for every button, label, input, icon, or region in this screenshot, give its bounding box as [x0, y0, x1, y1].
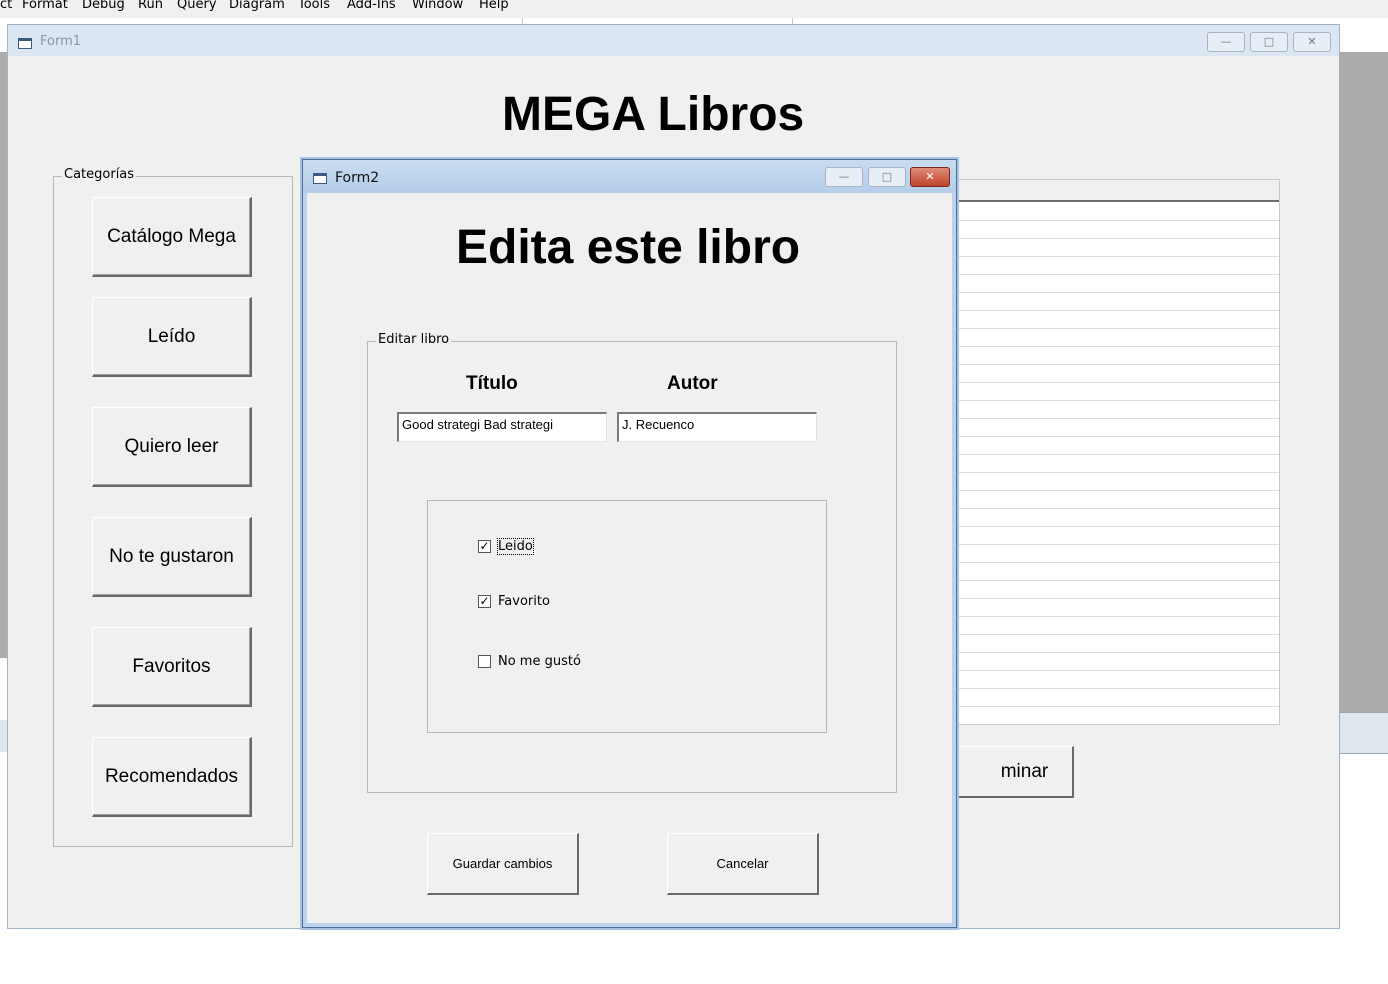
menu-window[interactable]: Window [412, 0, 463, 12]
form1-title: Form1 [40, 34, 82, 49]
grid-header [957, 180, 1279, 202]
menu-format[interactable]: Format [22, 0, 68, 12]
favoritos-button[interactable]: Favoritos [92, 627, 252, 707]
quiero-leer-button[interactable]: Quiero leer [92, 407, 252, 487]
form2-title: Form2 [335, 170, 380, 186]
grid-row-line [957, 670, 1279, 671]
menu-query[interactable]: Query [177, 0, 217, 12]
leido-button[interactable]: Leído [92, 297, 252, 377]
grid-row-line [957, 256, 1279, 257]
eliminar-button-label: minar [1000, 760, 1049, 782]
books-grid[interactable] [956, 179, 1280, 725]
menu-add-ins[interactable]: Add-Ins [347, 0, 396, 12]
menu-project[interactable]: ct [0, 0, 12, 12]
grid-row-line [957, 562, 1279, 563]
no-me-gusto-checkbox[interactable]: No me gustó [478, 654, 581, 669]
grid-row-line [957, 544, 1279, 545]
leido-checkbox-label: Leido [497, 538, 534, 555]
titulo-label: Título [466, 373, 518, 394]
menu-help[interactable]: Help [479, 0, 509, 12]
grid-row-line [957, 418, 1279, 419]
grid-row-line [957, 400, 1279, 401]
ide-background-pane [1338, 52, 1388, 712]
grid-row-line [957, 616, 1279, 617]
maximize-button[interactable]: □ [1250, 32, 1288, 52]
save-changes-button[interactable]: Guardar cambios [427, 833, 579, 895]
menu-run[interactable]: Run [138, 0, 163, 12]
grid-row-line [957, 634, 1279, 635]
grid-row-line [957, 238, 1279, 239]
menu-debug[interactable]: Debug [82, 0, 125, 12]
grid-row-line [957, 364, 1279, 365]
edit-book-group-label: Editar libro [376, 332, 452, 347]
grid-row-line [957, 274, 1279, 275]
close-button[interactable]: ✕ [910, 167, 950, 187]
grid-row-line [957, 382, 1279, 383]
grid-row-line [957, 598, 1279, 599]
catalogo-mega-button[interactable]: Catálogo Mega [92, 197, 252, 277]
no-te-gustaron-button[interactable]: No te gustaron [92, 517, 252, 597]
grid-row-line [957, 328, 1279, 329]
grid-row-line [957, 346, 1279, 347]
grid-row-line [957, 652, 1279, 653]
maximize-icon: □ [1263, 35, 1275, 48]
form1-title-bar[interactable]: Form1 — □ ✕ [8, 25, 1339, 56]
grid-row-line [957, 310, 1279, 311]
form2-window: Form2 — □ ✕ Edita este libro Editar libr… [302, 159, 957, 928]
autor-label: Autor [667, 373, 718, 394]
status-frame [427, 500, 827, 733]
categories-group-label: Categorías [62, 167, 137, 182]
grid-row-line [957, 490, 1279, 491]
grid-row-line [957, 508, 1279, 509]
checkbox-box[interactable]: ✓ [478, 595, 491, 608]
window-frame [952, 193, 956, 927]
window-icon [18, 38, 32, 49]
grid-row-line [957, 454, 1279, 455]
grid-row-line [957, 580, 1279, 581]
close-icon: ✕ [1307, 35, 1317, 48]
grid-row-line [957, 292, 1279, 293]
checkbox-box[interactable] [478, 655, 491, 668]
no-me-gusto-checkbox-label: No me gustó [498, 654, 581, 669]
menu-diagram[interactable]: Diagram [229, 0, 285, 12]
ide-menu-bar: ct Format Debug Run Query Diagram Tools … [0, 0, 1388, 18]
minimize-icon: — [1220, 35, 1232, 48]
leido-checkbox[interactable]: ✓ Leido [478, 538, 534, 555]
autor-input[interactable]: J. Recuenco [617, 412, 817, 442]
window-icon [313, 173, 327, 184]
maximize-button[interactable]: □ [868, 167, 906, 187]
close-icon: ✕ [925, 170, 935, 183]
ide-status-strip [1338, 712, 1388, 754]
cancel-button[interactable]: Cancelar [667, 833, 819, 895]
recomendados-button[interactable]: Recomendados [92, 737, 252, 817]
grid-row-line [957, 526, 1279, 527]
minimize-button[interactable]: — [825, 167, 863, 187]
favorito-checkbox-label: Favorito [498, 594, 550, 609]
menu-tools[interactable]: Tools [298, 0, 330, 12]
minimize-icon: — [838, 170, 850, 183]
minimize-button[interactable]: — [1207, 32, 1245, 52]
close-button[interactable]: ✕ [1293, 32, 1331, 52]
grid-row-line [957, 436, 1279, 437]
grid-row-line [957, 220, 1279, 221]
grid-row-line [957, 472, 1279, 473]
page-title: MEGA Libros [502, 88, 805, 141]
window-frame [303, 923, 956, 927]
checkbox-box[interactable]: ✓ [478, 540, 491, 553]
maximize-icon: □ [881, 170, 893, 183]
window-frame [303, 193, 307, 927]
grid-row-line [957, 706, 1279, 707]
form2-title-bar[interactable]: Form2 — □ ✕ [303, 160, 956, 193]
grid-row-line [957, 688, 1279, 689]
favorito-checkbox[interactable]: ✓ Favorito [478, 594, 550, 609]
dialog-heading: Edita este libro [456, 221, 801, 274]
titulo-input[interactable]: Good strategi Bad strategi [397, 412, 607, 442]
